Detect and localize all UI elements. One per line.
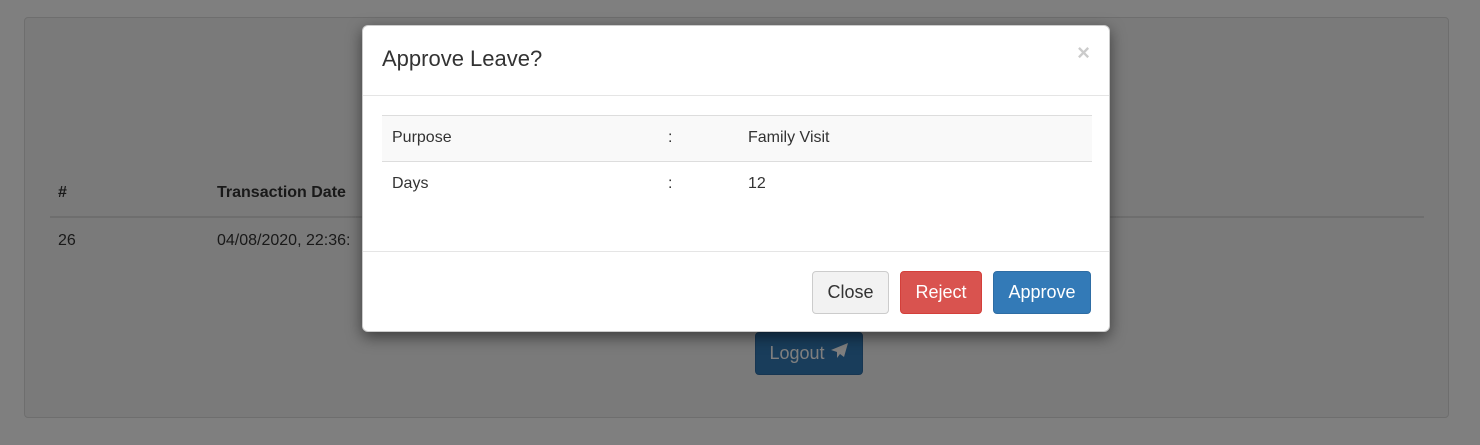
purpose-value: Family Visit <box>748 129 830 146</box>
days-separator: : <box>668 175 673 192</box>
approve-button[interactable]: Approve <box>993 271 1091 314</box>
days-value: 12 <box>748 175 766 192</box>
leave-details-table: Purpose : Family Visit Days : 12 <box>382 115 1092 207</box>
approve-leave-dialog: Approve Leave? × Purpose : Family Visit … <box>362 25 1110 332</box>
close-icon[interactable]: × <box>1077 42 1090 64</box>
close-button[interactable]: Close <box>812 271 889 314</box>
purpose-separator: : <box>668 129 673 146</box>
modal-body: Purpose : Family Visit Days : 12 <box>363 96 1109 251</box>
table-row-purpose: Purpose : Family Visit <box>382 115 1092 161</box>
page: # Transaction Date 26 04/08/2020, 22:36:… <box>0 0 1480 445</box>
modal-header: Approve Leave? × <box>363 26 1109 96</box>
days-label: Days <box>392 175 429 192</box>
modal-title: Approve Leave? <box>382 46 543 71</box>
reject-button[interactable]: Reject <box>900 271 982 314</box>
table-row-days: Days : 12 <box>382 161 1092 207</box>
modal-footer: Close Reject Approve <box>363 251 1109 331</box>
purpose-label: Purpose <box>392 129 452 146</box>
